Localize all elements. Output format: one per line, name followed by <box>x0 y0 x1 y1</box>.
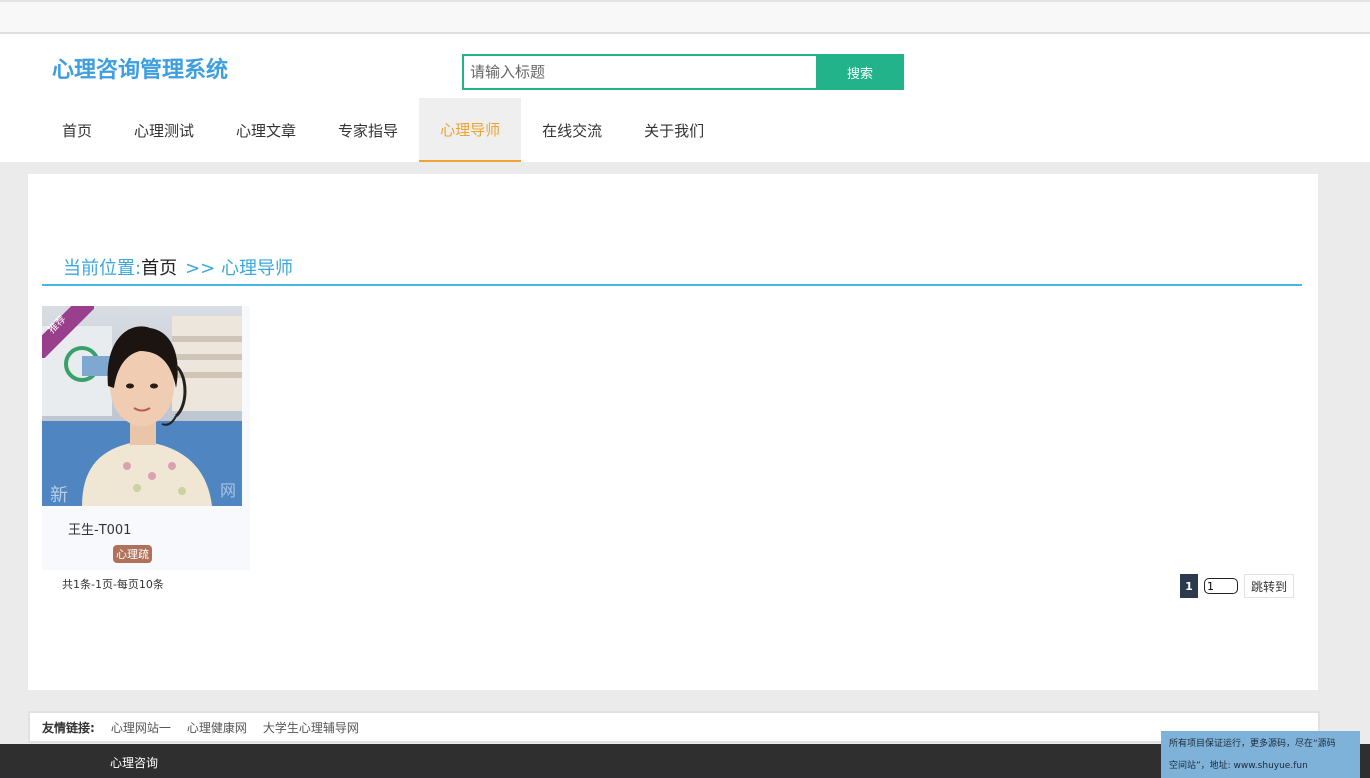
top-strip <box>0 0 1370 34</box>
breadcrumb-current: >> 心理导师 <box>185 258 293 279</box>
notice-line-2: 空间站”，地址: www.shuyue.fun <box>1169 761 1308 771</box>
site-logo[interactable]: 心理咨询管理系统 <box>52 52 228 84</box>
search-input[interactable] <box>464 56 816 88</box>
breadcrumb-home-link[interactable]: 首页 <box>141 254 177 280</box>
pagination-info: 共1条-1页-每页10条 <box>62 578 164 591</box>
nav-item-psych-test[interactable]: 心理测试 <box>113 98 215 162</box>
mentor-photo[interactable]: 新 网 推荐 <box>42 306 242 506</box>
nav-item-home[interactable]: 首页 <box>41 98 113 162</box>
friend-link-3[interactable]: 大学生心理辅导网 <box>263 719 359 736</box>
nav-item-psych-articles[interactable]: 心理文章 <box>215 98 317 162</box>
recommend-ribbon: 推荐 <box>42 306 94 358</box>
jump-button[interactable]: 跳转到 <box>1244 574 1295 598</box>
svg-text:新: 新 <box>50 485 68 506</box>
search-bar: 搜索 <box>462 54 904 90</box>
source-notice-popup[interactable]: 所有项目保证运行，更多源码，尽在“源码 空间站”，地址: www.shuyue.… <box>1161 731 1360 778</box>
nav-item-mentors[interactable]: 心理导师 <box>419 98 522 162</box>
main-nav: 首页 心理测试 心理文章 专家指导 心理导师 在线交流 关于我们 <box>41 98 725 162</box>
friend-links-label: 友情链接: <box>42 720 95 735</box>
notice-line-1: 所有项目保证运行，更多源码，尽在“源码 <box>1169 739 1336 749</box>
mentor-name[interactable]: 王生-T001 <box>68 519 131 538</box>
nav-item-expert-guidance[interactable]: 专家指导 <box>317 98 419 162</box>
search-button[interactable]: 搜索 <box>816 54 904 90</box>
breadcrumb-prefix: 当前位置: <box>63 258 142 279</box>
mentor-category-badge: 心理疏 <box>113 545 152 563</box>
footer-text: 心理咨询 <box>110 756 159 770</box>
mentor-card[interactable]: 新 网 推荐 王生-T001 心理疏 <box>42 306 250 570</box>
friend-link-2[interactable]: 心理健康网 <box>187 719 247 736</box>
friend-links-bar: 友情链接: 心理网站一 心理健康网 大学生心理辅导网 <box>28 711 1320 743</box>
pagination: 1 跳转到 <box>1180 574 1295 598</box>
content-panel: 当前位置: 首页 >> 心理导师 新 网 推荐 王生-T001 心理疏 共1条-… <box>28 174 1318 690</box>
current-page-indicator[interactable]: 1 <box>1180 574 1198 598</box>
breadcrumb-divider <box>42 284 1302 286</box>
friend-link-1[interactable]: 心理网站一 <box>111 719 171 736</box>
header: 心理咨询管理系统 搜索 首页 心理测试 心理文章 专家指导 心理导师 在线交流 … <box>0 34 1370 162</box>
svg-text:网: 网 <box>220 481 236 500</box>
breadcrumb: 当前位置: 首页 >> 心理导师 <box>63 254 293 280</box>
nav-item-about-us[interactable]: 关于我们 <box>623 98 725 162</box>
jump-page-input[interactable] <box>1204 578 1238 594</box>
nav-item-online-chat[interactable]: 在线交流 <box>521 98 623 162</box>
